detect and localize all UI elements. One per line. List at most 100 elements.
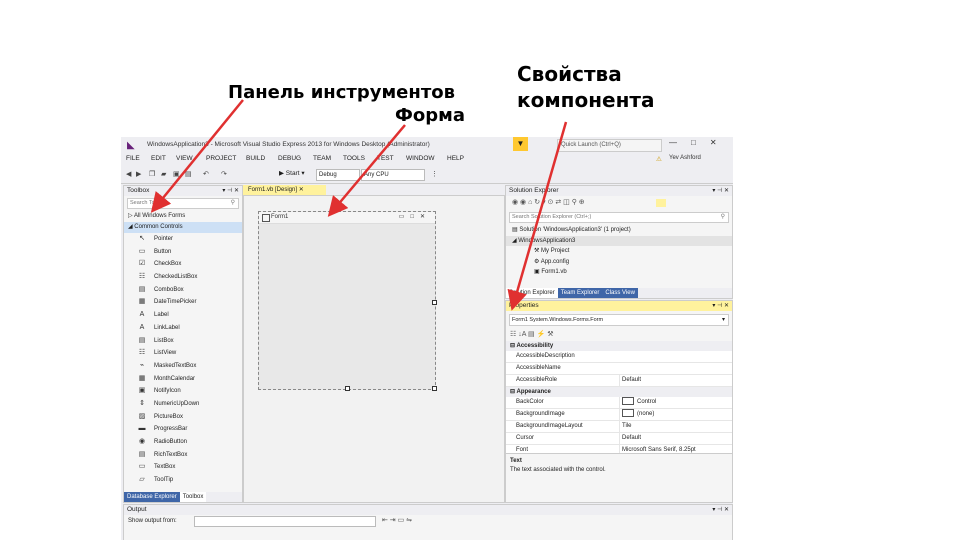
solution-explorer-search-input[interactable]: Search Solution Explorer (Ctrl+;) ⚲ <box>509 212 729 223</box>
property-value[interactable]: Control <box>619 397 722 408</box>
control-icon: ▬ <box>138 425 146 433</box>
tab-form1-design[interactable]: Form1.vb [Design] ✕ <box>243 185 326 195</box>
configuration-select[interactable]: Debug <box>316 169 360 181</box>
toolbox-item-pointer[interactable]: ↖ Pointer <box>124 233 242 246</box>
menu-project[interactable]: PROJECT <box>206 155 236 162</box>
feedback-icon[interactable]: ▼ <box>513 137 528 151</box>
menu-file[interactable]: FILE <box>126 155 140 162</box>
property-row[interactable]: BackgroundImageLayout Tile <box>506 421 732 433</box>
form1-window[interactable]: Form1 ▭□✕ <box>258 211 436 390</box>
toolbox-item-linklabel[interactable]: A LinkLabel <box>124 322 242 335</box>
toolbox-item-listbox[interactable]: ▤ ListBox <box>124 335 242 348</box>
tree-form1[interactable]: ▣ Form1.vb <box>506 267 732 278</box>
menu-tools[interactable]: TOOLS <box>343 155 365 162</box>
platform-select[interactable]: Any CPU <box>361 169 425 181</box>
property-row[interactable]: AccessibleDescription <box>506 351 732 363</box>
property-pages-icon[interactable]: ⚒ <box>547 331 553 338</box>
menu-edit[interactable]: EDIT <box>151 155 166 162</box>
pin-icon[interactable]: ▾ ⊣ ✕ <box>712 301 729 311</box>
menu-team[interactable]: TEAM <box>313 155 331 162</box>
property-name: AccessibleDescription <box>516 353 575 359</box>
new-project-icon[interactable]: ❐ <box>149 170 155 178</box>
forward-icon[interactable]: ▶ <box>136 170 141 178</box>
alphabetical-icon[interactable]: ↓A <box>518 331 526 338</box>
toolbox-item-picturebox[interactable]: ▨ PictureBox <box>124 411 242 424</box>
property-value[interactable]: Default <box>619 375 722 386</box>
toolbox-item-checkbox[interactable]: ☑ CheckBox <box>124 258 242 271</box>
resize-handle-right[interactable] <box>432 300 437 305</box>
clear-output-icon[interactable]: ⇤ ⇥ ▭ ⇋ <box>382 515 412 527</box>
tab-toolbox[interactable]: Toolbox <box>179 492 207 502</box>
menu-debug[interactable]: DEBUG <box>278 155 301 162</box>
group-common-controls[interactable]: ◢ Common Controls <box>124 222 242 233</box>
resize-handle-corner[interactable] <box>432 386 437 391</box>
tab-team-explorer[interactable]: Team Explorer <box>557 288 603 298</box>
resize-handle-bottom[interactable] <box>345 386 350 391</box>
properties-icon[interactable]: ▤ <box>528 331 535 338</box>
toolbox-item-tooltip[interactable]: ▱ ToolTip <box>124 474 242 487</box>
pin-icon[interactable]: ▾ ⊣ ✕ <box>712 186 729 196</box>
toolbox-item-progressbar[interactable]: ▬ ProgressBar <box>124 423 242 436</box>
close-button[interactable]: ✕ <box>710 138 731 147</box>
minimize-button[interactable]: — <box>669 138 691 147</box>
output-source-select[interactable] <box>194 516 376 527</box>
sync-icon[interactable] <box>656 199 666 207</box>
toolbox-item-notifyicon[interactable]: ▣ NotifyIcon <box>124 385 242 398</box>
tab-database-explorer[interactable]: Database Explorer <box>124 492 180 502</box>
toolbox-item-button[interactable]: ▭ Button <box>124 246 242 259</box>
property-row[interactable]: AccessibleRole Default <box>506 375 732 387</box>
toolbox-item-monthcalendar[interactable]: ▦ MonthCalendar <box>124 373 242 386</box>
property-value[interactable]: (none) <box>619 409 722 420</box>
save-icon[interactable]: ▣ <box>173 170 180 178</box>
tree-solution[interactable]: ▤ Solution 'WindowsApplication3' (1 proj… <box>506 225 732 236</box>
toolbox-item-label[interactable]: A Label <box>124 309 242 322</box>
tab-class-view[interactable]: Class View <box>602 288 638 298</box>
start-button[interactable]: ▶ Start ▾ <box>279 169 305 177</box>
menu-help[interactable]: HELP <box>447 155 464 162</box>
property-row[interactable]: AccessibleName <box>506 363 732 375</box>
redo-icon[interactable]: ↷ <box>221 170 227 178</box>
toolbox-item-richtextbox[interactable]: ▤ RichTextBox <box>124 449 242 462</box>
property-row[interactable]: BackColor Control <box>506 397 732 409</box>
open-icon[interactable]: ▰ <box>161 170 166 178</box>
property-value[interactable]: Default <box>619 433 722 444</box>
property-value[interactable]: Tile <box>619 421 722 432</box>
category-accessibility[interactable]: ⊟ Accessibility <box>506 341 732 351</box>
tab-close-icon[interactable]: ✕ <box>299 187 304 193</box>
category-appearance[interactable]: ⊟ Appearance <box>506 387 732 397</box>
toolbox-item-listview[interactable]: ☷ ListView <box>124 347 242 360</box>
tab-solution-explorer[interactable]: Solution Explorer <box>506 288 558 298</box>
home-icon[interactable]: ◉ ◉ ⌂ ↻ ▾ ⊙ ⇄ ◫ ⚲ ⊕ <box>512 199 585 206</box>
object-selector[interactable]: Form1 System.Windows.Forms.Form ▾ <box>509 314 729 326</box>
toolbox-item-combobox[interactable]: ▤ ComboBox <box>124 284 242 297</box>
tree-my-project[interactable]: ⚒ My Project <box>506 246 732 257</box>
menu-build[interactable]: BUILD <box>246 155 265 162</box>
toolbox-item-numericupdown[interactable]: ⇕ NumericUpDown <box>124 398 242 411</box>
toolbar-extra-icon[interactable]: ⋮ <box>431 170 438 178</box>
wrench-icon: ⚒ <box>534 248 542 254</box>
save-all-icon[interactable]: ▤ <box>185 170 192 178</box>
property-row[interactable]: BackgroundImage (none) <box>506 409 732 421</box>
tree-app-config[interactable]: ⚙ App.config <box>506 257 732 268</box>
toolbox-item-radiobutton[interactable]: ◉ RadioButton <box>124 436 242 449</box>
maximize-button[interactable]: □ <box>691 138 710 147</box>
menu-test[interactable]: TEST <box>377 155 394 162</box>
undo-icon[interactable]: ↶ <box>203 170 209 178</box>
toolbox-item-textbox[interactable]: ▭ TextBox <box>124 461 242 474</box>
quick-launch-input[interactable]: Quick Launch (Ctrl+Q) <box>557 139 662 152</box>
toolbox-search-input[interactable]: Search Toolbox ⚲ <box>127 198 239 209</box>
group-all-windows-forms[interactable]: ▷ All Windows Forms <box>124 211 242 222</box>
menu-window[interactable]: WINDOW <box>406 155 435 162</box>
pin-icon[interactable]: ▾ ⊣ ✕ <box>222 186 239 196</box>
toolbox-item-checkedlistbox[interactable]: ☷ CheckedListBox <box>124 271 242 284</box>
property-row[interactable]: Cursor Default <box>506 433 732 445</box>
back-icon[interactable]: ◀ <box>126 170 131 178</box>
user-name[interactable]: Yev Ashford <box>669 155 701 161</box>
menu-view[interactable]: VIEW <box>176 155 193 162</box>
events-icon[interactable]: ⚡ <box>537 331 546 338</box>
tree-project[interactable]: ◢ WindowsApplication3 <box>506 235 732 246</box>
categorized-icon[interactable]: ☷ <box>510 331 516 338</box>
toolbox-item-maskedtextbox[interactable]: ⌁ MaskedTextBox <box>124 360 242 373</box>
toolbox-item-datetimepicker[interactable]: ▦ DateTimePicker <box>124 296 242 309</box>
pin-icon[interactable]: ▾ ⊣ ✕ <box>712 505 729 515</box>
